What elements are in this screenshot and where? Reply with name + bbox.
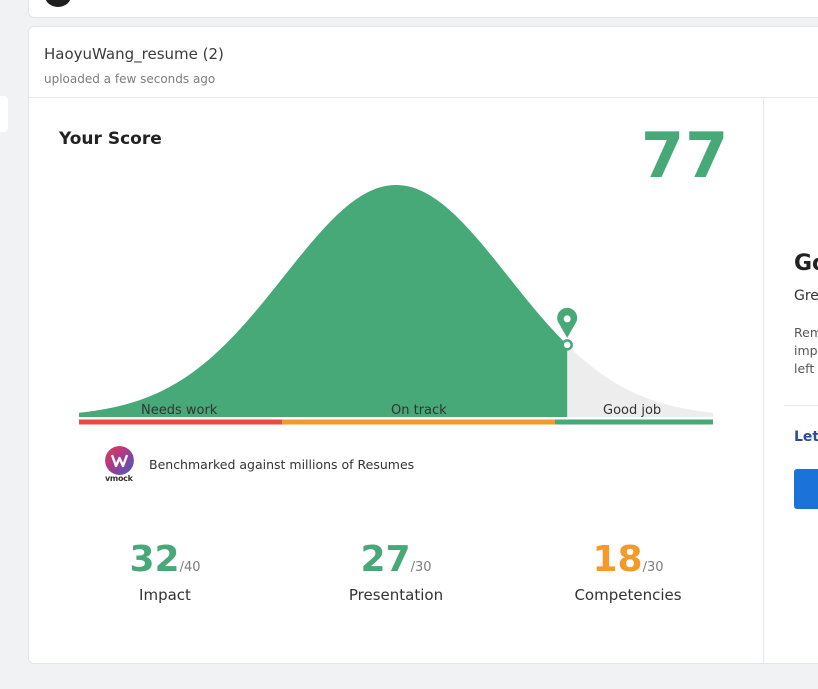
metric-competencies[interactable]: 18/30 Competencies xyxy=(538,539,718,604)
resume-file-name[interactable]: HaoyuWang_resume (2) xyxy=(44,45,224,63)
vmock-logo-icon xyxy=(105,446,134,475)
avatar[interactable] xyxy=(45,0,71,7)
metric-presentation-value: 27 xyxy=(360,539,411,580)
feedback-action-button[interactable] xyxy=(794,469,818,509)
feedback-separator xyxy=(784,405,818,406)
metric-impact[interactable]: 32/40 Impact xyxy=(75,539,255,604)
metric-presentation-label: Presentation xyxy=(348,586,444,604)
vmock-logo-text: vmock xyxy=(105,474,133,483)
card-header: HaoyuWang_resume (2) uploaded a few seco… xyxy=(29,27,818,98)
band-label-needs-work: Needs work xyxy=(141,403,218,418)
metric-presentation[interactable]: 27/30 Presentation xyxy=(306,539,486,604)
feedback-panel: Go Gre Rem imp left Let xyxy=(764,98,818,663)
metric-presentation-max: /30 xyxy=(410,560,432,575)
metric-competencies-value: 18 xyxy=(592,539,643,580)
metric-competencies-label: Competencies xyxy=(574,586,682,604)
previous-card xyxy=(28,0,818,18)
benchmark-text: Benchmarked against millions of Resumes xyxy=(149,457,415,472)
metric-competencies-max: /30 xyxy=(642,560,664,575)
feedback-link[interactable]: Let xyxy=(794,429,818,445)
metric-impact-value: 32 xyxy=(129,539,180,580)
band-label-on-track: On track xyxy=(391,403,447,418)
feedback-body: Rem imp left xyxy=(794,325,818,376)
score-title: Your Score xyxy=(59,129,162,149)
resume-score-card: HaoyuWang_resume (2) uploaded a few seco… xyxy=(28,26,818,664)
feedback-title: Go xyxy=(794,251,818,276)
feedback-subtitle: Gre xyxy=(794,288,818,304)
metric-impact-max: /40 xyxy=(179,560,201,575)
score-distribution-curve xyxy=(79,185,713,425)
band-label-good-job: Good job xyxy=(603,403,662,418)
metric-impact-label: Impact xyxy=(139,586,191,604)
side-panel-edge xyxy=(0,96,8,132)
upload-status: uploaded a few seconds ago xyxy=(44,72,216,86)
curve-filled-area xyxy=(79,185,568,417)
